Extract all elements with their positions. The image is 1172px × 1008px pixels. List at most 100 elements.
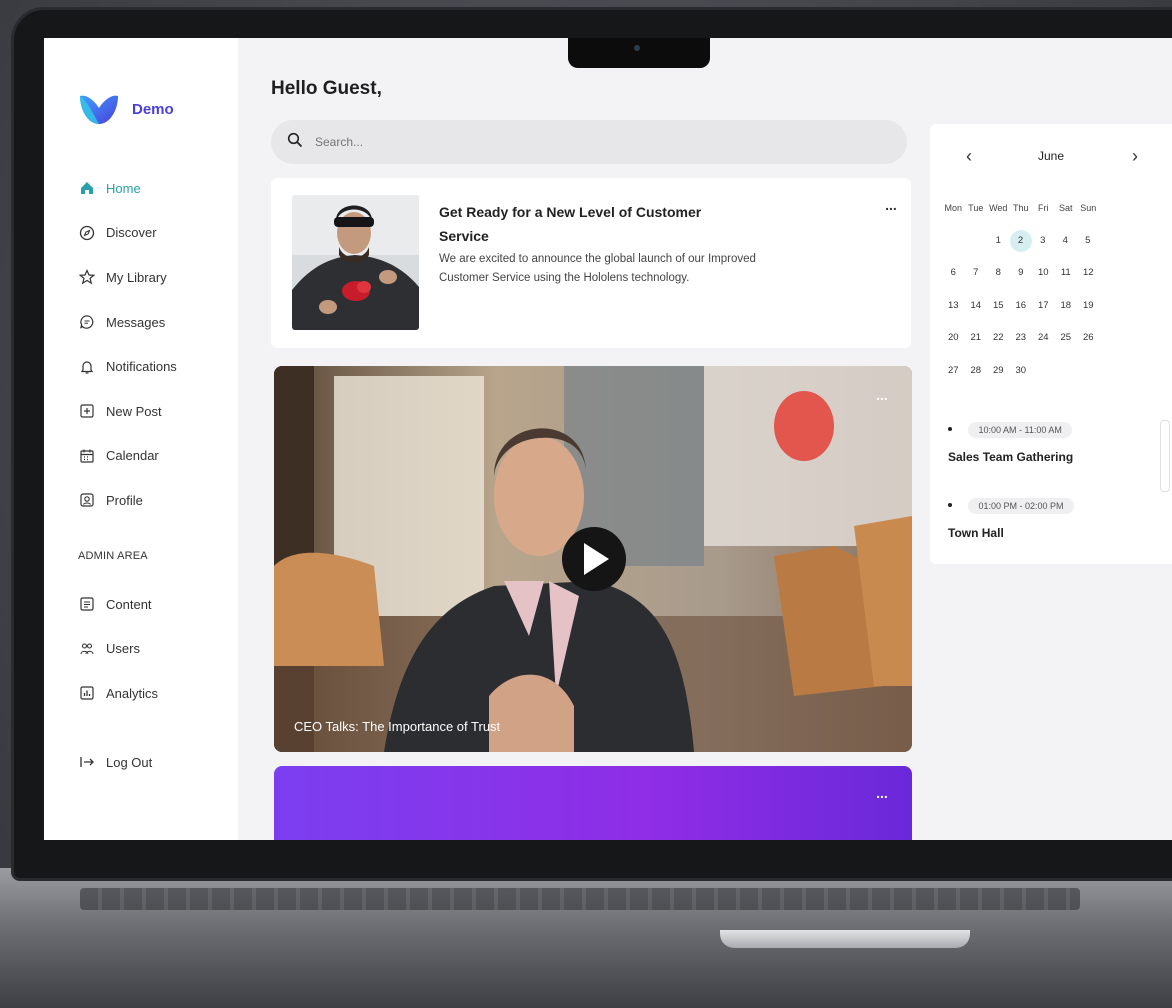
calendar-day[interactable]: 23 [1010, 326, 1033, 359]
calendar-day[interactable]: 15 [987, 294, 1010, 327]
event-dot [948, 426, 952, 431]
sidebar-item-analytics[interactable]: Analytics [78, 671, 238, 716]
news-title[interactable]: Get Ready for a New Level of Customer Se… [439, 200, 739, 248]
plus-square-icon [78, 402, 96, 420]
sidebar-item-profile[interactable]: Profile [78, 478, 238, 523]
weekday-label: Fri [1038, 203, 1049, 213]
calendar-day[interactable]: 2 [1009, 229, 1032, 252]
sidebar-item-calendar[interactable]: Calendar [78, 434, 238, 479]
calendar-day[interactable]: 1 [987, 229, 1010, 262]
page-greeting: Hello Guest, [271, 78, 382, 99]
sidebar-item-label: Home [106, 180, 141, 196]
sidebar-item-home[interactable]: Home [78, 166, 238, 211]
message-icon [78, 313, 96, 331]
calendar-empty-cell [1055, 359, 1078, 392]
video-more-button[interactable]: ... [870, 388, 894, 406]
calendar-day[interactable]: 11 [1055, 261, 1078, 294]
brand[interactable]: Demo [78, 92, 174, 126]
star-icon [78, 268, 96, 286]
logout-button[interactable]: Log Out [78, 740, 238, 785]
calendar-week-row: 27 28 29 30 [942, 359, 1172, 392]
laptop-base [0, 868, 1172, 1008]
calendar-grid: Mon Tue Wed Thu Fri Sat Sun 1 2 3 4 5 6 7 8 9 10 1… [942, 196, 1172, 391]
logout-icon [78, 753, 96, 771]
admin-nav: Content Users Analytics [78, 582, 238, 716]
sidebar-item-new-post[interactable]: New Post [78, 389, 238, 434]
promo-card[interactable]: ... [274, 766, 912, 840]
sidebar-item-discover[interactable]: Discover [78, 211, 238, 256]
calendar-day[interactable]: 26 [1077, 326, 1100, 359]
calendar-day[interactable]: 14 [965, 294, 988, 327]
video-card[interactable]: CEO Talks: The Importance of Trust ... [274, 366, 912, 752]
calendar-day[interactable]: 16 [1010, 294, 1033, 327]
video-caption: CEO Talks: The Importance of Trust [294, 719, 501, 734]
calendar-day[interactable]: 6 [942, 261, 965, 294]
search-icon [287, 132, 303, 153]
news-card[interactable]: Get Ready for a New Level of Customer Se… [271, 178, 911, 348]
weekday-label: Wed [989, 203, 1008, 213]
calendar-day[interactable]: 9 [1010, 261, 1033, 294]
sidebar-item-my-library[interactable]: My Library [78, 255, 238, 300]
calendar-icon [78, 447, 96, 465]
event-title: Town Hall [948, 526, 1004, 540]
calendar-day[interactable]: 20 [942, 326, 965, 359]
calendar-day[interactable]: 8 [987, 261, 1010, 294]
sidebar: Demo Home Discover My Library Messages N… [44, 38, 238, 840]
weekday-label: Tue [968, 203, 984, 213]
promo-more-button[interactable]: ... [870, 786, 894, 804]
calendar-day[interactable]: 30 [1010, 359, 1033, 392]
calendar-day[interactable]: 21 [965, 326, 988, 359]
sidebar-item-content[interactable]: Content [78, 582, 238, 627]
calendar-day[interactable]: 13 [942, 294, 965, 327]
news-more-button[interactable]: ... [879, 198, 903, 216]
app-screen: Demo Home Discover My Library Messages N… [44, 38, 1172, 840]
calendar-empty-cell [1032, 359, 1055, 392]
calendar-week-row: 12345 [942, 229, 1172, 262]
sidebar-item-label: Analytics [106, 685, 159, 701]
chevron-right-icon[interactable]: › [1132, 146, 1138, 167]
calendar-day[interactable]: 4 [1054, 229, 1077, 262]
keyboard-row [80, 888, 1080, 910]
users-icon [78, 640, 96, 658]
search-bar[interactable] [271, 120, 907, 164]
sidebar-item-label: New Post [106, 403, 162, 419]
calendar-day[interactable]: 27 [942, 359, 965, 392]
weekday-label: Sun [1080, 203, 1097, 213]
calendar-week-row: 20 21 22 23 24 25 26 [942, 326, 1172, 359]
calendar-day[interactable]: 3 [1032, 229, 1055, 262]
calendar-day[interactable]: 22 [987, 326, 1010, 359]
sidebar-item-notifications[interactable]: Notifications [78, 344, 238, 389]
calendar-day[interactable]: 24 [1032, 326, 1055, 359]
content-icon [78, 595, 96, 613]
calendar-event[interactable]: 10:00 AM - 11:00 AM Sales Team Gathering [948, 420, 1172, 464]
brand-name: Demo [132, 100, 174, 118]
sidebar-item-users[interactable]: Users [78, 627, 238, 672]
calendar-day[interactable]: 19 [1077, 294, 1100, 327]
calendar-scrollbar[interactable] [1160, 420, 1170, 492]
weekday-label: Thu [1012, 203, 1029, 213]
calendar-day[interactable]: 17 [1032, 294, 1055, 327]
admin-area-heading: ADMIN AREA [78, 550, 148, 562]
sidebar-item-label: My Library [106, 269, 167, 285]
compass-icon [78, 224, 96, 242]
calendar-day[interactable]: 29 [987, 359, 1010, 392]
calendar-day[interactable]: 28 [965, 359, 988, 392]
search-input[interactable] [313, 134, 817, 150]
calendar-day[interactable]: 25 [1055, 326, 1078, 359]
news-body: We are excited to announce the global la… [439, 253, 756, 284]
main-nav: Home Discover My Library Messages Notifi… [78, 166, 238, 523]
calendar-day[interactable]: 18 [1055, 294, 1078, 327]
sidebar-item-label: Content [106, 596, 152, 612]
chevron-left-icon[interactable]: ‹ [966, 146, 972, 167]
news-thumbnail [292, 195, 419, 330]
calendar-day[interactable]: 7 [965, 261, 988, 294]
calendar-day[interactable]: 10 [1032, 261, 1055, 294]
logo-icon [80, 95, 118, 124]
home-icon [78, 179, 96, 197]
sidebar-item-messages[interactable]: Messages [78, 300, 238, 345]
calendar-day[interactable]: 5 [1077, 229, 1100, 262]
calendar-week-row: 13 14 15 16 17 18 19 [942, 294, 1172, 327]
calendar-day[interactable]: 12 [1077, 261, 1100, 294]
video-thumbnail [274, 366, 912, 752]
calendar-event[interactable]: 01:00 PM - 02:00 PM Town Hall [948, 496, 1172, 540]
